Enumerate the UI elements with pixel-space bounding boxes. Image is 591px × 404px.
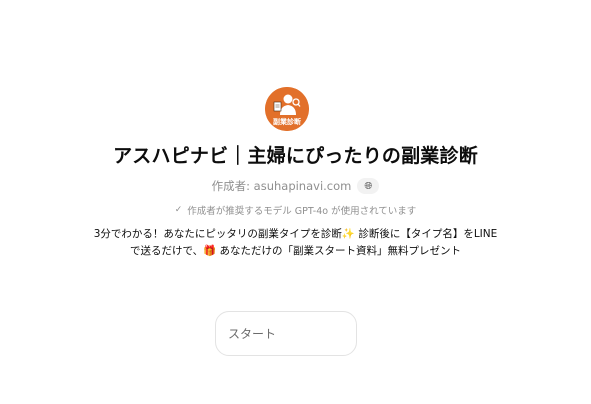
model-notice-text: 作成者が推奨するモデル GPT-4o が使用されています — [187, 206, 417, 217]
avatar-text: 副業診断 — [273, 117, 301, 126]
globe-icon[interactable]: 🌐︎ — [357, 178, 380, 194]
model-notice: ✓ 作成者が推奨するモデル GPT-4o が使用されています — [0, 203, 591, 217]
description-line-2: で送るだけで、🎁 あなただけの「副業スタート資料」無料プレゼント — [130, 245, 461, 257]
check-icon: ✓ — [174, 205, 183, 215]
gpt-title: アスハピナビ｜主婦にぴったりの副業診断 — [113, 145, 478, 167]
starter-label: スタート — [228, 327, 277, 341]
author-text: 作成者: asuhapinavi.com — [211, 179, 352, 193]
gpt-description: 3分でわかる！あなたにピッタリの副業タイプを診断✨ 診断後に【タイプ名】をLIN… — [0, 226, 591, 260]
conversation-starter-button[interactable]: スタート — [215, 311, 357, 356]
author-row: 作成者: asuhapinavi.com 🌐︎ — [0, 178, 591, 194]
description-line-1: 3分でわかる！あなたにピッタリの副業タイプを診断✨ 診断後に【タイプ名】をLIN… — [93, 228, 498, 240]
gpt-landing: 副業診断 アスハピナビ｜主婦にぴったりの副業診断 作成者: asuhapinav… — [0, 0, 591, 404]
avatar-illustration: 副業診断 — [265, 87, 309, 131]
gpt-avatar: 副業診断 — [265, 87, 309, 131]
